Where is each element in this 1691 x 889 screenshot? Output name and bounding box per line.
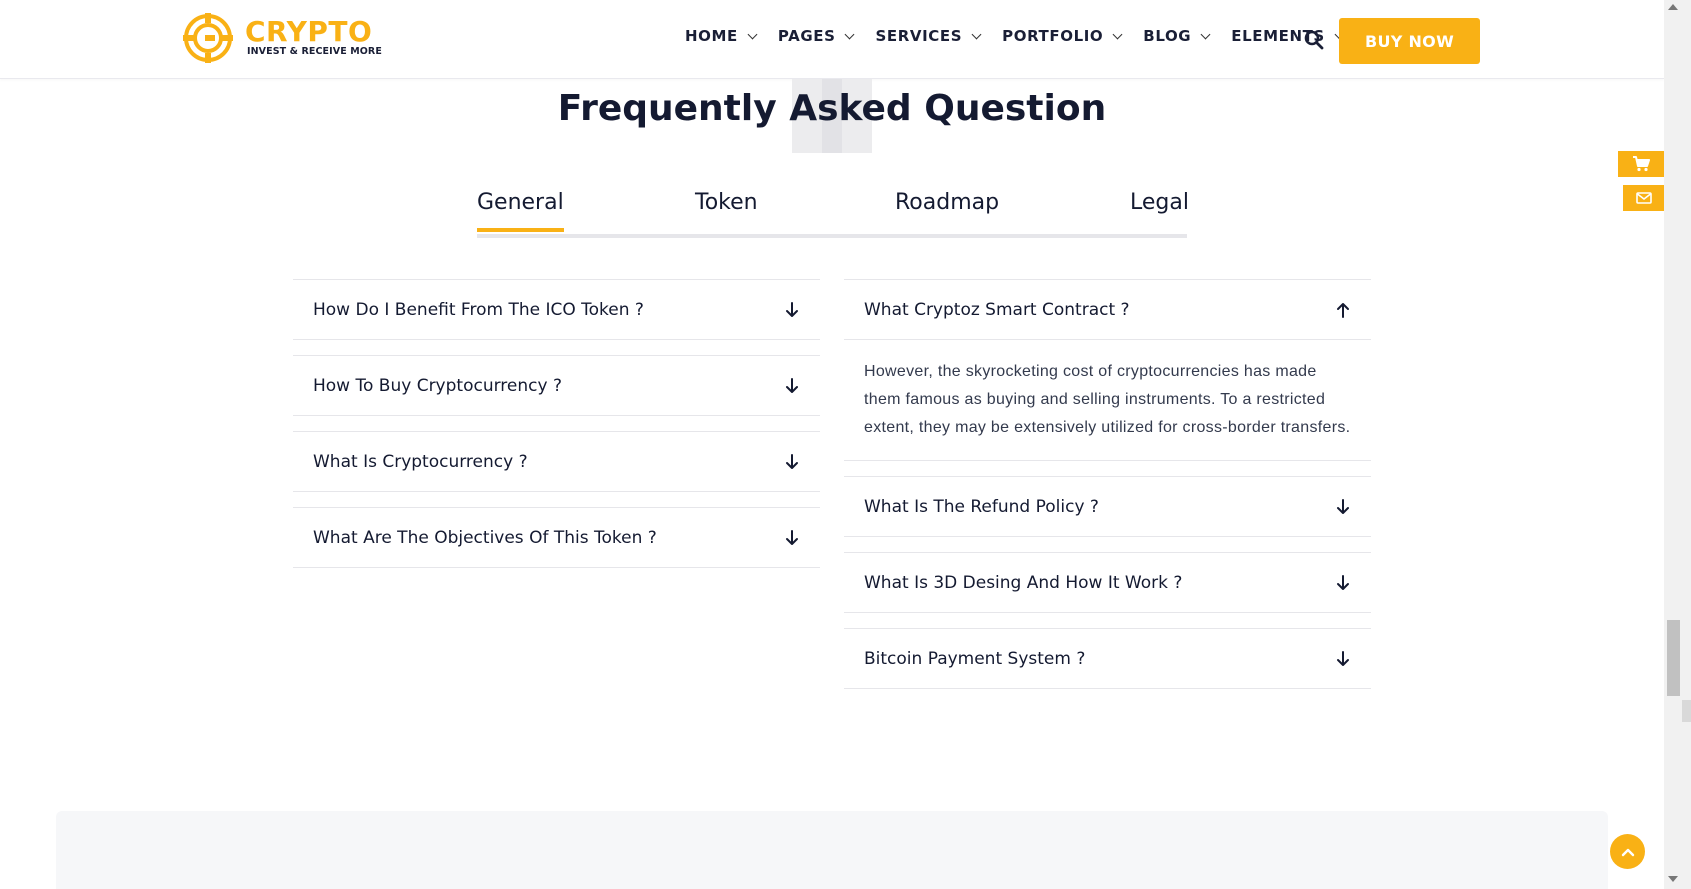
tab-roadmap[interactable]: Roadmap [895, 190, 999, 215]
nav-pages[interactable]: PAGES [777, 27, 855, 45]
chevron-down-icon [845, 29, 855, 39]
scroll-up-arrow[interactable] [1668, 4, 1678, 10]
tab-legal[interactable]: Legal [1130, 190, 1189, 215]
faq-question: What Is Cryptocurrency ? [313, 451, 528, 472]
brand-name: CRYPTO [245, 15, 373, 48]
chevron-down-icon [747, 29, 758, 39]
page-title: Frequently Asked Question [557, 88, 1107, 129]
cart-icon [1633, 156, 1650, 172]
arrow-down-icon [1337, 574, 1349, 590]
faq-item: How Do I Benefit From The ICO Token ? [293, 279, 820, 340]
nav-home-label: HOME [685, 27, 738, 45]
nav-pages-label: PAGES [777, 27, 836, 45]
arrow-down-icon [786, 529, 798, 545]
faq-item: What Is The Refund Policy ? [844, 476, 1371, 537]
faq-right-column: What Cryptoz Smart Contract ? However, t… [844, 279, 1371, 704]
faq-question: What Are The Objectives Of This Token ? [313, 527, 657, 548]
site-header: CRYPTO INVEST & RECEIVE MORE HOME PAGES … [0, 0, 1664, 79]
arrow-down-icon [786, 377, 798, 393]
faq-question-toggle[interactable]: What Cryptoz Smart Contract ? [844, 280, 1371, 339]
faq-question: What Cryptoz Smart Contract ? [864, 299, 1130, 320]
scroll-secondary-thumb [1682, 700, 1691, 722]
nav-blog[interactable]: BLOG [1143, 27, 1211, 45]
faq-item: Bitcoin Payment System ? [844, 628, 1371, 689]
arrow-down-icon [1337, 498, 1349, 514]
main-nav: HOME PAGES SERVICES PORTFOLIO BLOG ELEME… [685, 27, 1365, 45]
faq-question-toggle[interactable]: How To Buy Cryptocurrency ? [293, 356, 820, 415]
arrow-down-icon [786, 453, 798, 469]
nav-home[interactable]: HOME [685, 27, 758, 45]
buy-now-button[interactable]: BUY NOW [1339, 18, 1480, 64]
faq-question: Bitcoin Payment System ? [864, 648, 1086, 669]
mail-icon [1635, 192, 1652, 204]
nav-portfolio[interactable]: PORTFOLIO [1002, 27, 1123, 45]
faq-tabs: General Token Roadmap Legal [477, 190, 1189, 238]
brand-logo[interactable]: CRYPTO INVEST & RECEIVE MORE [183, 13, 383, 65]
footer-section [56, 811, 1608, 889]
faq-left-column: How Do I Benefit From The ICO Token ? Ho… [293, 279, 820, 583]
faq-item: How To Buy Cryptocurrency ? [293, 355, 820, 416]
arrow-up-icon [1337, 302, 1349, 318]
arrow-down-icon [786, 301, 798, 317]
faq-question-toggle[interactable]: What Are The Objectives Of This Token ? [293, 508, 820, 567]
nav-portfolio-label: PORTFOLIO [1002, 27, 1104, 45]
faq-question-toggle[interactable]: What Is The Refund Policy ? [844, 477, 1371, 536]
nav-elements[interactable]: ELEMENTS [1231, 27, 1345, 45]
faq-question-toggle[interactable]: What Is Cryptocurrency ? [293, 432, 820, 491]
faq-item: What Is Cryptocurrency ? [293, 431, 820, 492]
faq-question: How To Buy Cryptocurrency ? [313, 375, 562, 396]
arrow-down-icon [1337, 650, 1349, 666]
scroll-down-arrow[interactable] [1668, 876, 1678, 882]
faq-item-open: What Cryptoz Smart Contract ? However, t… [844, 279, 1371, 461]
faq-question: What Is 3D Desing And How It Work ? [864, 572, 1183, 593]
chevron-down-icon [1112, 29, 1123, 39]
scroll-to-top-button[interactable] [1610, 834, 1645, 869]
nav-blog-label: BLOG [1143, 27, 1192, 45]
chevron-up-icon [1621, 848, 1634, 856]
tab-token[interactable]: Token [695, 190, 758, 215]
floating-mail-button[interactable] [1623, 185, 1664, 211]
nav-services-label: SERVICES [875, 27, 963, 45]
chevron-down-icon [971, 29, 982, 39]
floating-cart-button[interactable] [1618, 151, 1664, 177]
faq-question: How Do I Benefit From The ICO Token ? [313, 299, 644, 320]
chevron-down-icon [1200, 29, 1211, 39]
scroll-thumb[interactable] [1667, 620, 1680, 696]
faq-answer: However, the skyrocketing cost of crypto… [844, 339, 1371, 460]
faq-question-toggle[interactable]: What Is 3D Desing And How It Work ? [844, 553, 1371, 612]
faq-question: What Is The Refund Policy ? [864, 496, 1099, 517]
search-icon[interactable] [1304, 30, 1324, 50]
tab-general[interactable]: General [477, 190, 564, 232]
logo-icon [183, 13, 233, 63]
nav-services[interactable]: SERVICES [875, 27, 982, 45]
faq-item: What Is 3D Desing And How It Work ? [844, 552, 1371, 613]
faq-item: What Are The Objectives Of This Token ? [293, 507, 820, 568]
page-scrollbar[interactable] [1664, 0, 1691, 889]
brand-tagline: INVEST & RECEIVE MORE [247, 46, 382, 57]
faq-question-toggle[interactable]: Bitcoin Payment System ? [844, 629, 1371, 688]
faq-question-toggle[interactable]: How Do I Benefit From The ICO Token ? [293, 280, 820, 339]
